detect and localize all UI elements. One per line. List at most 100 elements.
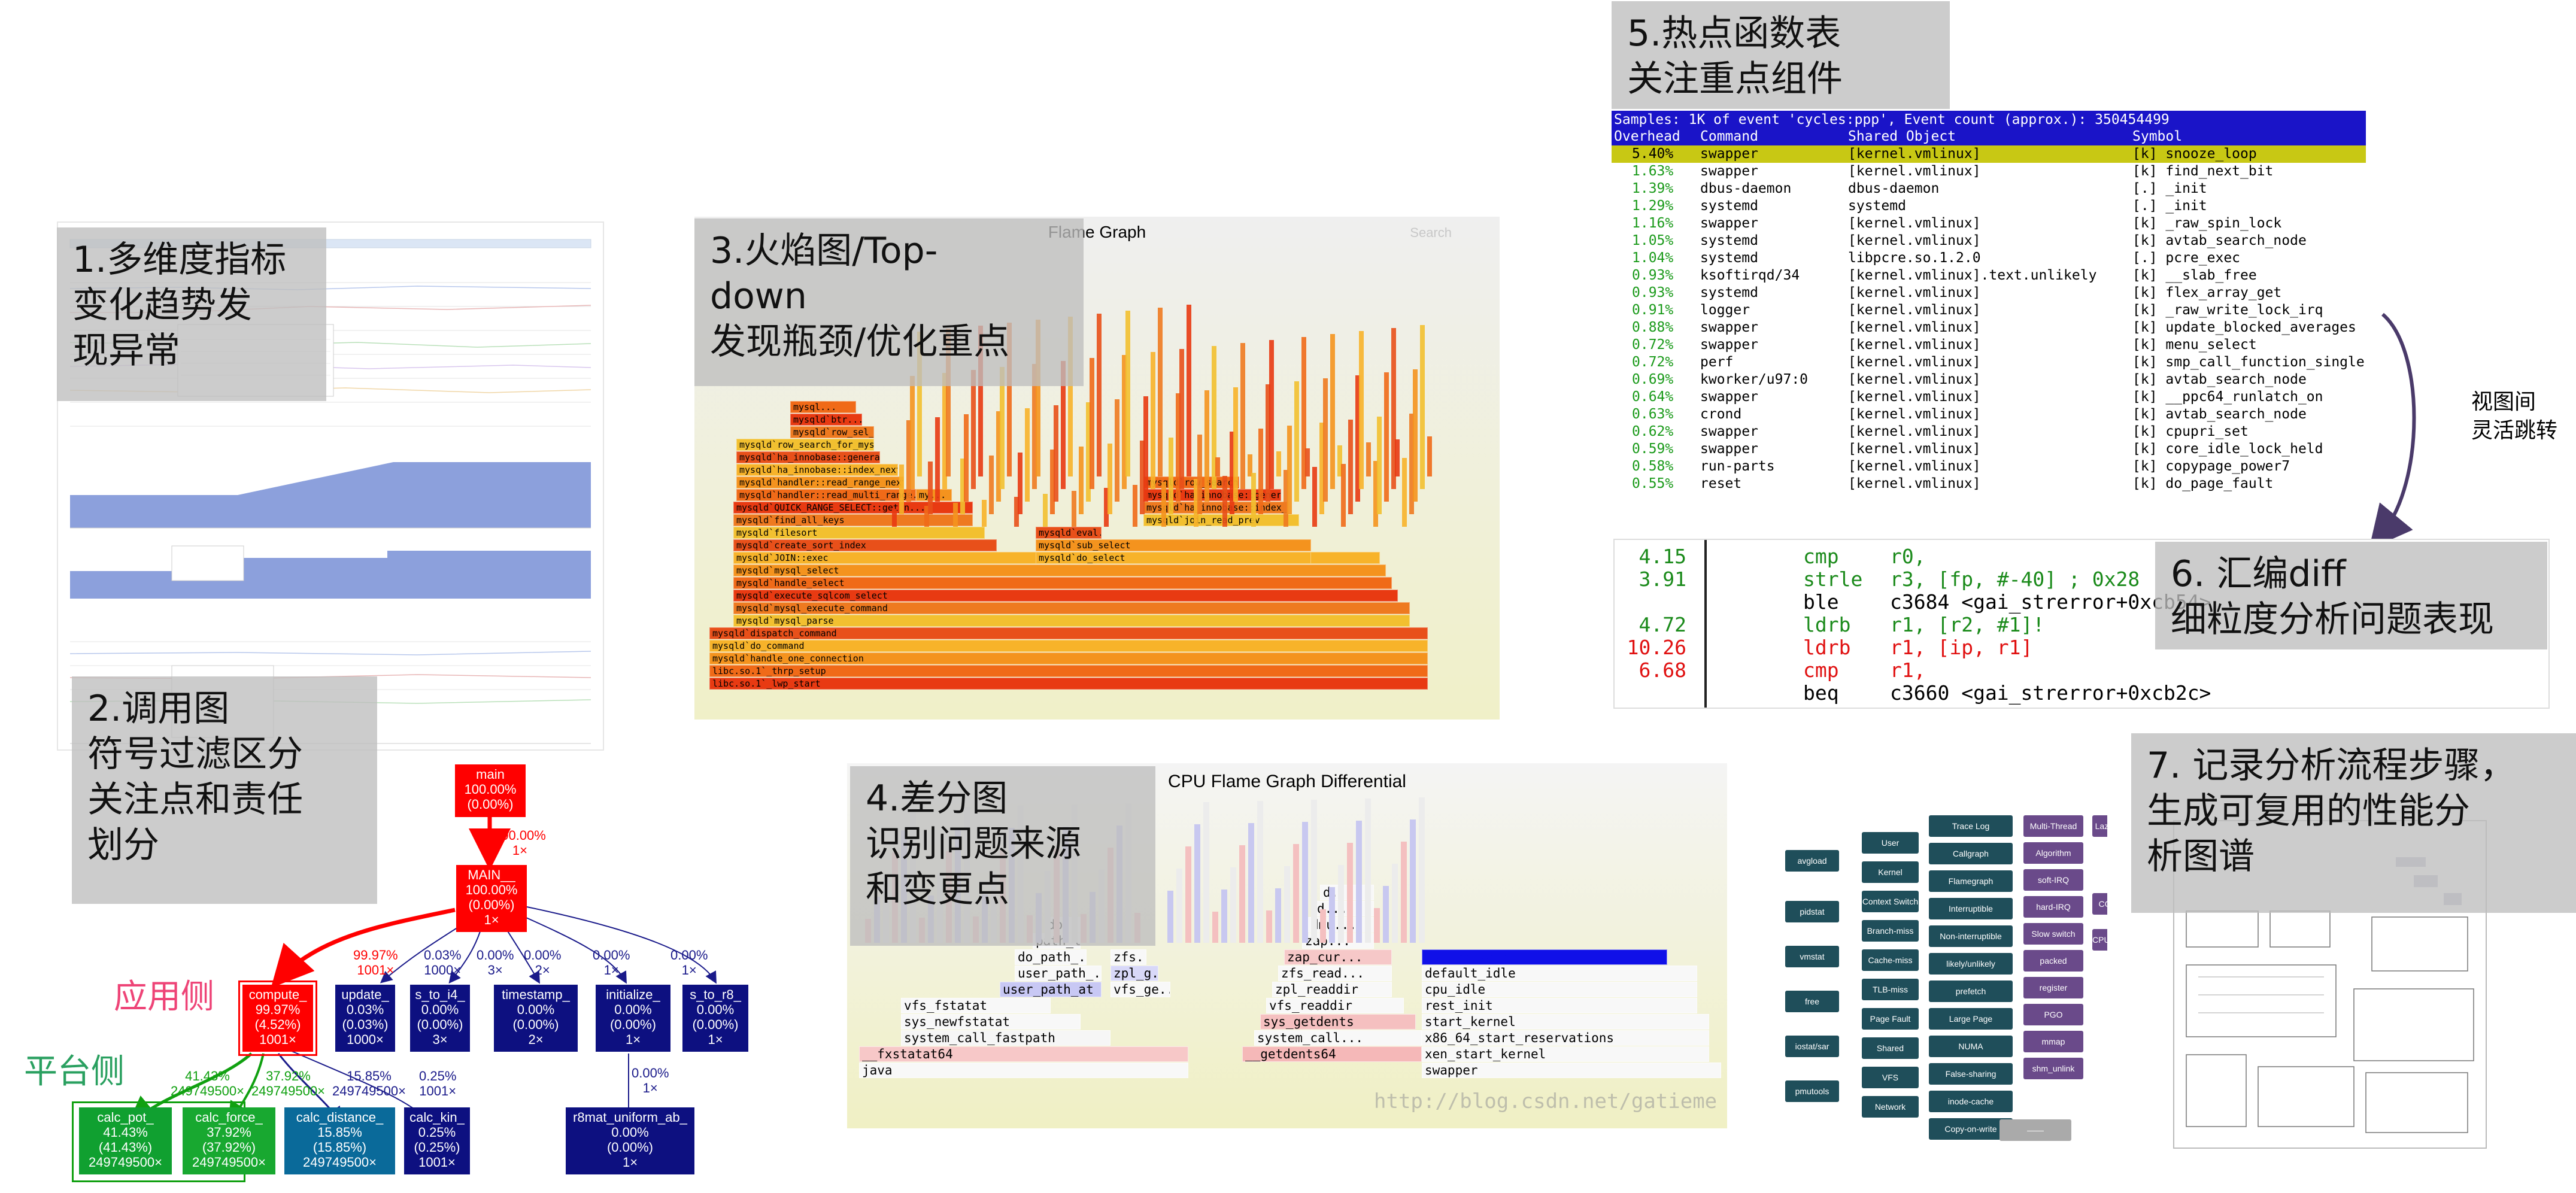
flame-frame[interactable]: mysqld`eval... [1036,527,1102,539]
diff-frame[interactable]: zpl_readdir [1272,982,1392,997]
map-node[interactable]: Lazy-load [2092,815,2107,837]
node-main-fortran[interactable]: MAIN__ 100.00% (0.00%) 1× [456,865,527,932]
map-node[interactable]: —— [1999,1119,2071,1141]
map-node[interactable]: Non-interruptible [1929,925,2013,947]
flame-frame-narrow[interactable] [892,509,897,527]
map-node[interactable]: Network [1862,1096,1919,1118]
diff-frame[interactable]: default_idle [1422,966,1697,981]
flame-frame-narrow[interactable] [1133,485,1137,527]
diff-frame[interactable]: vfs_fstatat [901,998,1051,1013]
node-main[interactable]: main 100.00% (0.00%) [455,764,526,817]
flame-frame-narrow[interactable] [1341,464,1346,527]
diff-frame[interactable]: start_kernel [1422,1014,1709,1030]
flame-frame-narrow[interactable] [1359,331,1364,489]
flame-frame[interactable]: mysqld`execute_sqlcom_select [733,590,1398,602]
diff-frame-narrow[interactable] [1410,819,1416,943]
node-r8mat-uniform-ab[interactable]: r8mat_uniform_ab_ 0.00% (0.00%) 1× [566,1107,694,1174]
flame-frame-narrow[interactable] [1187,305,1191,476]
flame-frame-narrow[interactable] [1215,457,1220,476]
perf-row[interactable]: 1.39% dbus-daemon dbus-daemon [.] _init [1612,180,2366,198]
map-node[interactable]: free [1785,991,1839,1012]
diff-frame-narrow[interactable] [1221,890,1227,943]
flame-frame-narrow[interactable] [1276,451,1281,476]
flame-frame[interactable]: mysqld`handler::read_multi_range... [736,489,916,501]
diff-frame-narrow[interactable] [1203,802,1209,943]
node-calc-pot[interactable]: calc_pot_ 41.43% (41.43%) 249749500× [79,1107,172,1174]
flame-frame-narrow[interactable] [1420,325,1425,489]
map-node[interactable]: likely/unlikely [1929,953,2013,975]
map-node[interactable]: avgload [1785,850,1839,872]
diff-frame-narrow[interactable] [1311,800,1317,943]
diff-frame[interactable]: java [859,1063,1188,1078]
map-node[interactable]: hard-IRQ [2023,896,2083,918]
flame-frame-narrow[interactable] [1384,372,1389,502]
flame-frame[interactable]: mysqld`handler::read_range_next [736,476,904,488]
map-node[interactable]: Large Page [1929,1008,2013,1030]
perf-row[interactable]: 0.64% swapper [kernel.vmlinux] [k] __ppc64_… [1612,388,2366,406]
map-node[interactable]: NUMA [1929,1036,2013,1057]
flame-frame[interactable]: mysqld`ha_innobase::general_fetch [736,451,880,463]
perf-row[interactable]: 0.88% swapper [kernel.vmlinux] [k] update_b… [1612,319,2366,336]
map-node[interactable]: PGO [2023,1004,2083,1025]
diff-frame-narrow[interactable] [1302,822,1308,943]
node-compute[interactable]: compute_ 99.97% (4.52%) 1001× [238,980,317,1056]
diff-frame[interactable]: zap_cur... [1284,949,1392,965]
diff-frame[interactable]: sys_newfstatat [901,1014,1081,1030]
diff-frame[interactable]: cpu_idle [1422,982,1697,997]
flame-frame-narrow[interactable] [1043,494,1048,527]
flame-frame-narrow[interactable] [1204,390,1209,502]
perf-row[interactable]: 5.40% swapper [kernel.vmlinux] [k] snooze_l… [1612,145,2366,163]
diff-frame-narrow[interactable] [1401,842,1407,943]
flame-frame[interactable]: mysqld`handle_select [733,577,1392,589]
flame-frame[interactable]: libc.so.1`_lwp_start [709,678,1428,690]
diff-frame-narrow[interactable] [1194,824,1200,943]
flame-frame[interactable]: my... [916,489,952,501]
diff-frame-narrow[interactable] [1365,799,1371,943]
diff-frame-narrow[interactable] [1266,910,1272,943]
diff-frame-narrow[interactable] [1167,891,1173,943]
flame-frame[interactable]: mysqld`mysql_execute_command [733,602,1410,614]
asm-instruction[interactable]: ldrb [1803,636,1850,659]
diff-frame-narrow[interactable] [1176,869,1182,943]
flame-frame-narrow[interactable] [1072,491,1076,527]
map-node[interactable]: packed [2023,950,2083,972]
map-node[interactable]: Branch-miss [1862,920,1919,942]
flame-frame-narrow[interactable] [1079,447,1084,514]
map-node[interactable]: prefetch [1929,980,2013,1002]
flame-frame[interactable]: mysqld`mysql_select [733,564,1386,576]
flame-frame-narrow[interactable] [1018,453,1022,514]
map-node[interactable]: Kernel [1862,861,1919,883]
diff-frame-narrow[interactable] [1419,797,1425,943]
perf-row[interactable]: 0.93% systemd [kernel.vmlinux] [k] flex_arr… [1612,284,2366,302]
flame-frame-narrow[interactable] [1427,436,1432,476]
map-node[interactable]: Flamegraph [1929,870,2013,892]
diff-frame-narrow[interactable] [1392,864,1398,943]
perf-row[interactable]: 0.58% run-parts [kernel.vmlinux] [k] copypa… [1612,458,2366,475]
flame-frame[interactable]: mysqld`row_sel_get... [790,426,874,438]
flame-frame-narrow[interactable] [1125,311,1130,476]
asm-instruction[interactable]: ldrb [1803,613,1850,636]
flame-frame[interactable]: mysqld`ha_innobase::index_next... [736,464,898,476]
diff-frame-narrow[interactable] [1212,912,1218,943]
flame-frame-narrow[interactable] [1197,435,1202,514]
diff-frame-narrow[interactable] [1293,844,1299,943]
diff-frame-narrow[interactable] [1356,821,1362,943]
diff-frame-narrow[interactable] [1185,846,1191,943]
diff-frame[interactable]: do_path_... [1015,949,1087,965]
flame-frame-narrow[interactable] [1413,369,1418,502]
flame-frame[interactable]: mysqld`row_search_for_mysql [736,439,874,451]
flame-frame-narrow[interactable] [953,503,958,527]
flame-frame-narrow[interactable] [1294,381,1299,502]
diff-frame[interactable]: user_path_... [1015,966,1102,981]
diff-frame[interactable]: rest_init [1422,998,1697,1013]
asm-instruction[interactable]: ble [1803,590,1839,614]
flame-frame[interactable]: mysqld`handle_one_connection [709,652,1428,664]
flame-frame-narrow[interactable] [1323,378,1328,502]
diff-frame-narrow[interactable] [1257,801,1263,943]
flame-frame-narrow[interactable] [1377,417,1382,514]
flame-frame-narrow[interactable] [982,500,987,527]
flame-frame-narrow[interactable] [1233,387,1238,502]
flame-frame-narrow[interactable] [1395,439,1400,476]
flame-frame-narrow[interactable] [1025,408,1030,502]
flame-frame[interactable]: mysql... [790,401,856,413]
